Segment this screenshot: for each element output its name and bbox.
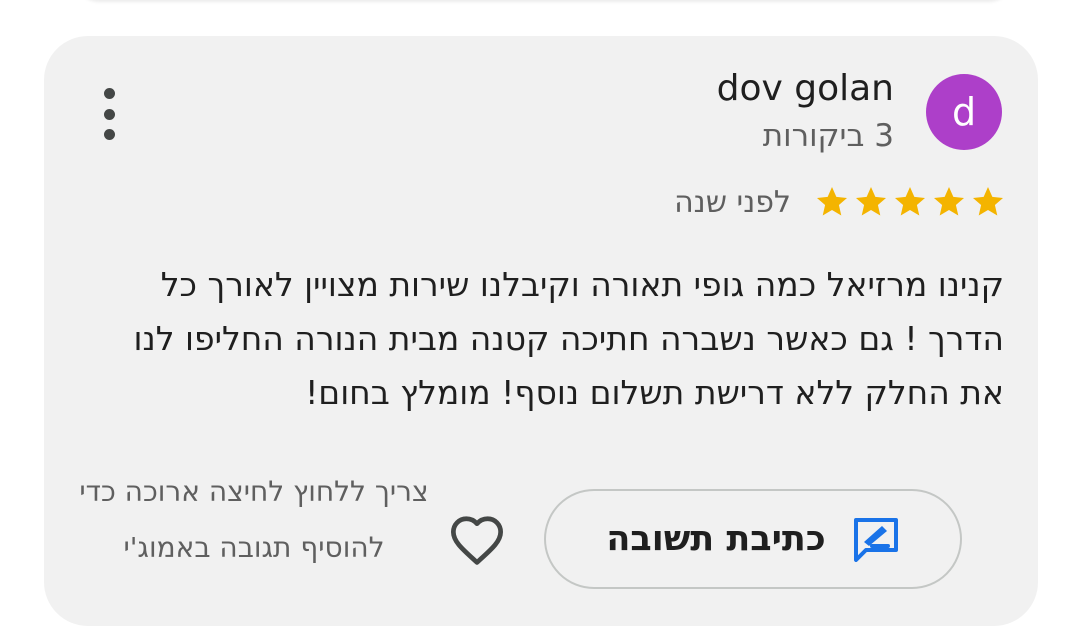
- more-vert-icon[interactable]: [94, 88, 124, 140]
- star-rating: [811, 184, 1006, 220]
- write-reply-button[interactable]: כתיבת תשובה: [544, 489, 962, 589]
- star-icon: [856, 187, 886, 216]
- star-icon: [934, 187, 964, 216]
- write-reply-label: כתיבת תשובה: [606, 519, 826, 559]
- heart-icon[interactable]: [448, 514, 506, 566]
- avatar[interactable]: d: [926, 74, 1002, 150]
- more-dot: [103, 108, 115, 120]
- review-date: לפני שנה: [674, 184, 791, 220]
- author-review-count: 3 ביקורות: [762, 118, 894, 154]
- emoji-reaction-hint: צריך ללחוץ לחיצה ארוכה כדי להוסיף תגובה …: [79, 475, 429, 564]
- rating-row: לפני שנה: [674, 184, 1006, 220]
- more-dot: [103, 88, 115, 99]
- star-icon: [895, 187, 925, 216]
- author-name[interactable]: dov golan: [717, 68, 894, 109]
- star-icon: [817, 187, 847, 216]
- avatar-letter: d: [951, 90, 977, 134]
- review-card: d dov golan 3 ביקורות לפני שנה קנינו מרז…: [44, 36, 1038, 626]
- review-text: קנינו מרזיאל כמה גופי תאורה וקיבלנו שירו…: [133, 265, 1004, 412]
- star-icon: [973, 187, 1003, 216]
- more-dot: [103, 129, 115, 140]
- edit-reply-icon: [853, 518, 898, 562]
